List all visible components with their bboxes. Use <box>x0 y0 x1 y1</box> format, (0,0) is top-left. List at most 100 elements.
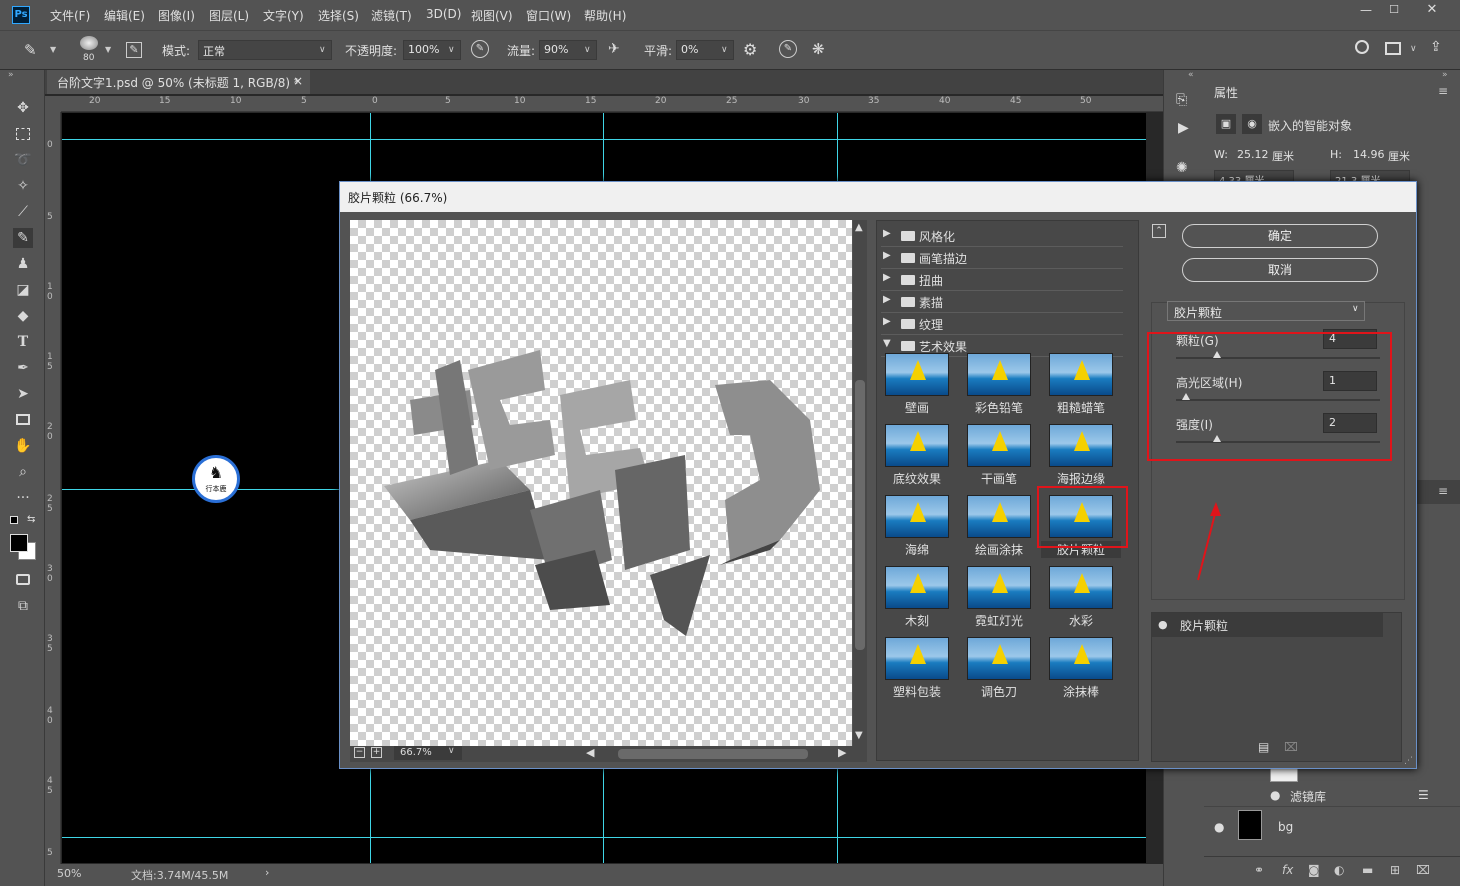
preview-vscroll[interactable]: ▲ ▼ <box>853 220 867 746</box>
chevron-down-icon[interactable]: ▼ <box>105 45 111 54</box>
folder-icon[interactable]: ▬ <box>1362 863 1373 877</box>
close-window-icon[interactable]: ✕ <box>1414 2 1450 20</box>
close-icon[interactable]: × <box>293 74 303 88</box>
filter-thumbnail[interactable] <box>967 495 1031 538</box>
cancel-button[interactable]: 取消 <box>1182 258 1378 282</box>
eyedropper-tool-icon[interactable]: ⟋ <box>13 202 33 222</box>
chevron-down-icon[interactable]: ∨ <box>1410 44 1417 54</box>
eye-icon[interactable]: ● <box>1214 820 1224 834</box>
swap-colors-icon[interactable]: ⇆ <box>27 514 35 525</box>
gear-icon[interactable]: ⚙ <box>743 40 757 59</box>
scroll-up-icon[interactable]: ▲ <box>855 222 863 233</box>
filter-category[interactable]: ▶ 纹理 <box>881 313 1123 335</box>
history-icon[interactable]: ⎘ <box>1176 92 1187 108</box>
menu-layer[interactable]: 图层(L) <box>209 7 249 24</box>
filter-options-icon[interactable]: ☰ <box>1418 788 1429 802</box>
trash-icon[interactable]: ⌧ <box>1416 863 1430 877</box>
zoom-in-icon[interactable]: + <box>371 747 382 758</box>
chevron-right-icon[interactable]: ▶ <box>883 250 891 261</box>
filter-thumbnail[interactable] <box>885 424 949 467</box>
filter-lib-label[interactable]: 滤镜库 <box>1290 788 1326 805</box>
workspace-icon[interactable] <box>1385 42 1401 55</box>
chevron-right-icon[interactable]: ▶ <box>883 272 891 283</box>
chevron-down-icon[interactable]: ▼ <box>883 338 891 349</box>
filter-category[interactable]: ▶ 扭曲 <box>881 269 1123 291</box>
collapse-icon[interactable]: « <box>1188 70 1194 80</box>
filter-thumbnail[interactable] <box>885 495 949 538</box>
default-colors-icon[interactable] <box>10 516 18 524</box>
photoshop-logo[interactable]: Ps <box>12 6 30 24</box>
symmetry-icon[interactable]: ❋ <box>812 40 825 58</box>
pressure-opacity-icon[interactable]: ✎ <box>471 40 489 58</box>
zoom-out-icon[interactable]: − <box>354 747 365 758</box>
filter-thumbnail[interactable] <box>885 566 949 609</box>
bg-layer-name[interactable]: bg <box>1278 820 1293 834</box>
menu-window[interactable]: 窗口(W) <box>526 7 571 24</box>
filter-thumbnail[interactable] <box>1049 424 1113 467</box>
collapse-icon[interactable]: » <box>1442 70 1448 80</box>
ok-button[interactable]: 确定 <box>1182 224 1378 248</box>
menu-filter[interactable]: 滤镜(T) <box>371 7 412 24</box>
panel-menu-icon[interactable]: ≡ <box>1438 484 1448 498</box>
more-tools-icon[interactable]: ··· <box>13 488 33 508</box>
collapse-icon[interactable]: » <box>8 70 14 80</box>
chevron-down-icon[interactable]: ∨ <box>448 746 455 756</box>
horizontal-ruler[interactable]: 20 15 10 5 0 5 10 15 20 25 30 35 40 45 50 <box>61 96 1163 112</box>
filter-thumbnail[interactable] <box>1049 353 1113 396</box>
hand-tool-icon[interactable]: ✋ <box>13 436 33 456</box>
brush-tool-icon[interactable]: ✎ <box>24 41 37 59</box>
height-value[interactable]: 14.96 <box>1353 148 1385 161</box>
path-select-tool-icon[interactable]: ➤ <box>13 384 33 404</box>
marquee-tool-icon[interactable] <box>13 124 33 144</box>
menu-file[interactable]: 文件(F) <box>50 7 90 24</box>
scroll-down-icon[interactable]: ▼ <box>855 730 863 741</box>
palette-icon[interactable]: ✺ <box>1176 160 1188 176</box>
brush-panel-icon[interactable]: ✎ <box>126 42 142 58</box>
minimize-icon[interactable]: — <box>1352 2 1380 20</box>
filter-category[interactable]: ▶ 画笔描边 <box>881 247 1123 269</box>
lasso-tool-icon[interactable]: ➰ <box>13 150 33 170</box>
filter-thumbnail[interactable] <box>885 637 949 680</box>
scroll-left-icon[interactable]: ◀ <box>586 746 594 759</box>
maximize-icon[interactable]: ☐ <box>1380 2 1408 20</box>
filter-select[interactable]: 胶片颗粒 ∨ <box>1167 301 1365 321</box>
scroll-right-icon[interactable]: ▶ <box>838 746 846 759</box>
vertical-ruler[interactable]: 051 01 52 02 53 03 54 04 55 <box>45 112 61 864</box>
adjustment-icon[interactable]: ◐ <box>1334 863 1344 877</box>
play-icon[interactable]: ▶ <box>1178 120 1189 136</box>
add-mask-icon[interactable]: ◙ <box>1308 863 1320 877</box>
move-tool-icon[interactable]: ✥ <box>13 98 33 118</box>
delete-effect-layer-icon[interactable]: ⌧ <box>1284 740 1298 754</box>
menu-select[interactable]: 选择(S) <box>318 7 359 24</box>
rectangle-tool-icon[interactable] <box>13 410 33 430</box>
filter-thumbnail[interactable] <box>1049 637 1113 680</box>
chevron-right-icon[interactable]: ▶ <box>883 228 891 239</box>
filter-category[interactable]: ▶ 风格化 <box>881 225 1123 247</box>
eraser-tool-icon[interactable]: ◪ <box>13 280 33 300</box>
width-value[interactable]: 25.12 <box>1237 148 1269 161</box>
filter-thumbnail[interactable] <box>967 566 1031 609</box>
applied-filter-row[interactable]: ● 胶片颗粒 <box>1152 613 1383 637</box>
screen-mode-icon[interactable]: ⧉ <box>13 596 33 616</box>
filter-thumbnail[interactable] <box>967 637 1031 680</box>
menu-view[interactable]: 视图(V) <box>471 7 513 24</box>
chevron-right-icon[interactable]: ▶ <box>883 294 891 305</box>
resize-grip-icon[interactable]: ⋰ <box>1404 756 1413 766</box>
filter-category[interactable]: ▶ 素描 <box>881 291 1123 313</box>
stamp-tool-icon[interactable]: ♟ <box>13 254 33 274</box>
quick-mask-icon[interactable] <box>13 570 33 590</box>
paint-bucket-tool-icon[interactable]: ◆ <box>13 306 33 326</box>
panel-menu-icon[interactable]: ≡ <box>1438 84 1448 98</box>
filter-thumbnail[interactable] <box>885 353 949 396</box>
new-effect-layer-icon[interactable]: ▤ <box>1258 740 1269 754</box>
new-layer-icon[interactable]: ⊞ <box>1390 863 1400 877</box>
document-tab[interactable]: 台阶文字1.psd @ 50% (未标题 1, RGB/8) * × <box>47 70 310 94</box>
zoom-level[interactable]: 50% <box>57 867 81 880</box>
status-arrow-icon[interactable]: › <box>265 866 269 879</box>
eye-icon[interactable]: ● <box>1158 618 1168 631</box>
menu-image[interactable]: 图像(I) <box>158 7 195 24</box>
pressure-size-icon[interactable]: ✎ <box>779 40 797 58</box>
menu-edit[interactable]: 编辑(E) <box>104 7 145 24</box>
scroll-thumb[interactable] <box>855 380 865 650</box>
properties-tab[interactable]: 属性 <box>1204 80 1256 104</box>
